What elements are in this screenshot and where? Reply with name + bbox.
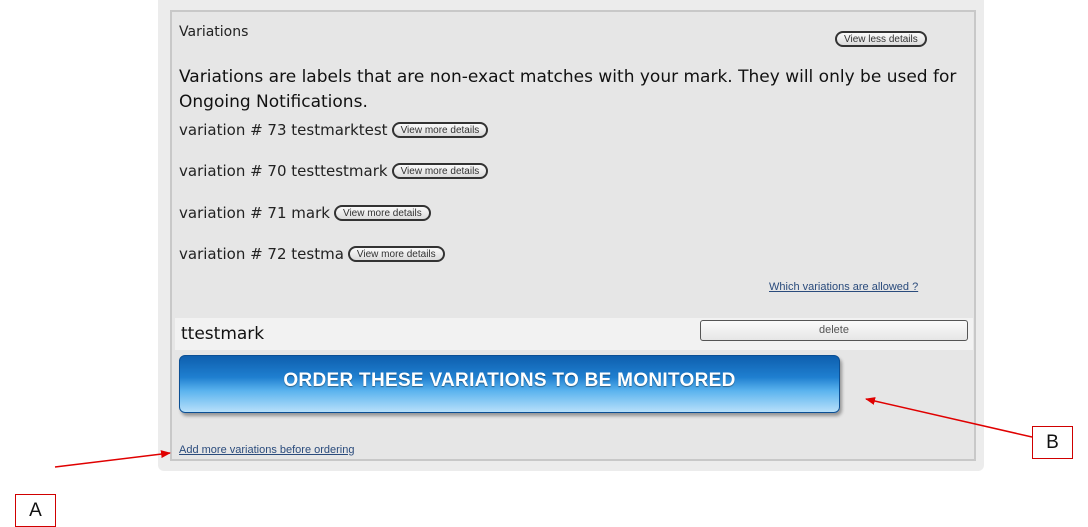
annotation-arrows (54, 397, 1033, 468)
arrow-b (865, 397, 1033, 438)
arrow-a (54, 450, 171, 468)
callout-a: A (15, 494, 56, 527)
callout-b: B (1032, 426, 1073, 459)
